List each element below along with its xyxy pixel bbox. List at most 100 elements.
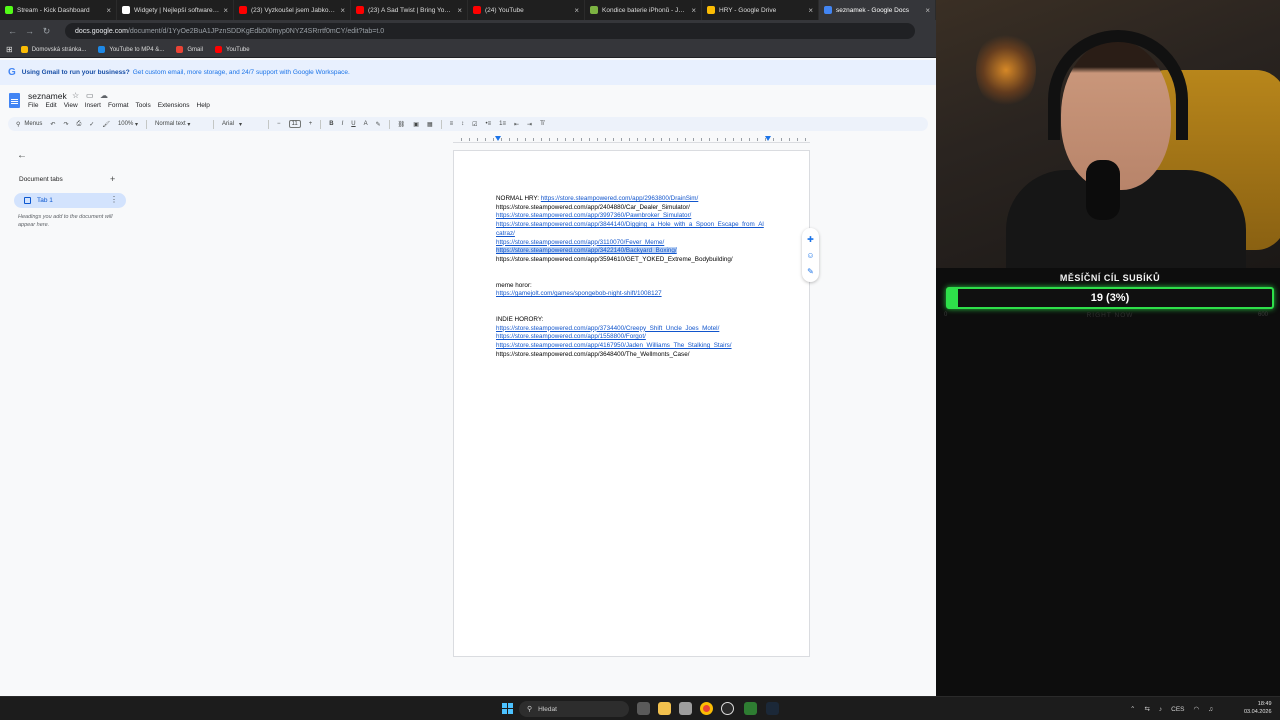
close-tab-icon[interactable]: × — [574, 6, 579, 15]
ruler[interactable] — [453, 135, 810, 143]
steam-link[interactable]: https://store.steampowered.com/app/37344… — [496, 325, 719, 332]
close-tab-icon[interactable]: × — [106, 6, 111, 15]
highlight-icon[interactable]: ✎ — [376, 121, 381, 128]
browser-tab-active[interactable]: seznamek - Google Docs × — [819, 0, 936, 20]
font-select[interactable]: Arial ▾ — [222, 121, 260, 128]
document-tab-item[interactable]: Tab 1 ⋮ — [14, 193, 126, 208]
store-icon[interactable] — [679, 702, 692, 715]
insert-image-icon[interactable]: ▦ — [427, 121, 433, 128]
style-select[interactable]: Normal text ▾ — [155, 121, 205, 128]
browser-tab[interactable]: Kondice baterie iPhonů - Jabko × — [585, 0, 702, 20]
insert-link-icon[interactable]: ⛓ — [398, 121, 406, 128]
add-emoji-icon[interactable]: ☺ — [806, 251, 814, 260]
forward-icon[interactable]: → — [23, 26, 36, 36]
text-color-icon[interactable]: A — [364, 121, 368, 127]
menu-file[interactable]: File — [28, 102, 38, 109]
menu-tools[interactable]: Tools — [136, 102, 151, 109]
obs-icon[interactable] — [721, 702, 734, 715]
tray-chevron-icon[interactable]: ⌃ — [1130, 705, 1135, 713]
menu-insert[interactable]: Insert — [85, 102, 101, 109]
star-icon[interactable]: ☆ — [72, 91, 79, 100]
increase-indent-icon[interactable]: ⇥ — [527, 121, 532, 128]
decrease-indent-icon[interactable]: ⇤ — [514, 121, 519, 128]
redo-icon[interactable]: ↷ — [63, 121, 68, 128]
add-comment-icon[interactable]: ▣ — [413, 121, 419, 128]
bookmark-item[interactable]: Domovská stránka... — [20, 46, 86, 53]
paint-format-icon[interactable]: 🖌 — [102, 121, 110, 128]
browser-tab[interactable]: HRY - Google Drive × — [702, 0, 819, 20]
task-view-icon[interactable] — [637, 702, 650, 715]
close-tab-icon[interactable]: × — [223, 6, 228, 15]
document-page[interactable]: NORMAL HRY: https://store.steampowered.c… — [453, 150, 810, 657]
language-indicator[interactable]: CES — [1171, 706, 1184, 713]
document-body[interactable]: NORMAL HRY: https://store.steampowered.c… — [496, 195, 766, 360]
steam-link[interactable]: https://store.steampowered.com/app/15588… — [496, 333, 646, 340]
mic-tray-icon[interactable]: ♪ — [1159, 706, 1162, 713]
add-tab-icon[interactable]: + — [110, 174, 115, 184]
steam-link[interactable]: https://store.steampowered.com/app/41679… — [496, 342, 732, 349]
cloud-status-icon[interactable]: ☁ — [100, 91, 108, 100]
zoom-select[interactable]: 100% ▾ — [118, 121, 138, 128]
browser-tab[interactable]: (24) YouTube × — [468, 0, 585, 20]
menu-format[interactable]: Format — [108, 102, 129, 109]
apps-grid-icon[interactable]: ⊞ — [6, 45, 13, 54]
increase-font-size-icon[interactable]: + — [309, 121, 313, 127]
browser-tab[interactable]: Widgety | Nejlepší software pro × — [117, 0, 234, 20]
chrome-icon[interactable] — [700, 702, 713, 715]
close-outline-arrow-icon[interactable]: ← — [17, 150, 27, 161]
menu-help[interactable]: Help — [197, 102, 210, 109]
close-tab-icon[interactable]: × — [457, 6, 462, 15]
checklist-icon[interactable]: ☑ — [472, 121, 477, 128]
document-title[interactable]: seznamek — [28, 91, 67, 101]
file-explorer-icon[interactable] — [658, 702, 671, 715]
bookmark-item[interactable]: Gmail — [176, 46, 203, 53]
bookmark-item[interactable]: YouTube to MP4 &... — [98, 46, 164, 53]
windows-start-icon[interactable] — [502, 703, 513, 714]
bulleted-list-icon[interactable]: •≡ — [486, 121, 492, 127]
steam-icon[interactable] — [766, 702, 779, 715]
clear-formatting-icon[interactable]: T̸ — [540, 121, 544, 127]
taskbar-search[interactable]: ⚲ Hledat — [519, 701, 629, 717]
suggest-edits-icon[interactable]: ✎ — [807, 267, 814, 276]
back-icon[interactable]: ← — [6, 26, 19, 36]
numbered-list-icon[interactable]: 1≡ — [499, 121, 506, 127]
search-menus[interactable]: ⚲ Menus — [16, 121, 42, 128]
bold-icon[interactable]: B — [329, 121, 333, 127]
decrease-font-size-icon[interactable]: − — [277, 121, 281, 127]
gamejolt-link[interactable]: https://gamejolt.com/games/spongebob-nig… — [496, 290, 662, 297]
indent-marker[interactable] — [765, 136, 771, 141]
browser-tab[interactable]: Stream - Kick Dashboard × — [0, 0, 117, 20]
taskbar-clock[interactable]: 18:49 03.04.2026 — [1244, 700, 1272, 716]
bookmark-item[interactable]: YouTube — [215, 46, 250, 53]
align-icon[interactable]: ≡ — [450, 121, 454, 127]
italic-icon[interactable]: I — [342, 121, 344, 127]
network-tray-icon[interactable]: ⇆ — [1144, 705, 1149, 713]
steam-link[interactable]: https://store.steampowered.com/app/38441… — [496, 221, 764, 237]
steam-link[interactable]: https://store.steampowered.com/app/29638… — [541, 195, 699, 202]
add-comment-icon[interactable]: ✚ — [807, 235, 814, 244]
steam-link[interactable]: https://store.steampowered.com/app/31100… — [496, 239, 664, 246]
close-tab-icon[interactable]: × — [691, 6, 696, 15]
menu-extensions[interactable]: Extensions — [158, 102, 190, 109]
browser-tab[interactable]: (23) Vyzkoušel jsem JabkoLevn × — [234, 0, 351, 20]
browser-tab[interactable]: (23) A Sad Twist | Bring You Ho × — [351, 0, 468, 20]
address-bar[interactable]: docs.google.com/document/d/1YyOe2BuA1JPz… — [65, 23, 915, 39]
close-tab-icon[interactable]: × — [925, 6, 930, 15]
more-options-icon[interactable]: ⋮ — [110, 195, 118, 204]
volume-icon[interactable]: ♫ — [1208, 706, 1213, 713]
docs-logo-icon[interactable] — [9, 93, 20, 108]
menu-view[interactable]: View — [64, 102, 78, 109]
spellcheck-icon[interactable]: ✓ — [89, 121, 94, 128]
banner-link-text[interactable]: Get custom email, more storage, and 24/7… — [133, 69, 350, 76]
undo-icon[interactable]: ↶ — [50, 121, 55, 128]
steam-link[interactable]: https://store.steampowered.com/app/39973… — [496, 212, 691, 219]
indent-marker[interactable] — [495, 136, 501, 141]
steam-link-selected[interactable]: https://store.steampowered.com/app/34221… — [496, 247, 677, 255]
reload-icon[interactable]: ↻ — [40, 26, 53, 37]
font-size-input[interactable]: 11 — [288, 120, 301, 128]
print-icon[interactable]: ⎙ — [76, 121, 81, 128]
underline-icon[interactable]: U — [351, 121, 355, 127]
line-spacing-icon[interactable]: ↕ — [461, 121, 464, 127]
menu-edit[interactable]: Edit — [45, 102, 56, 109]
close-tab-icon[interactable]: × — [808, 6, 813, 15]
